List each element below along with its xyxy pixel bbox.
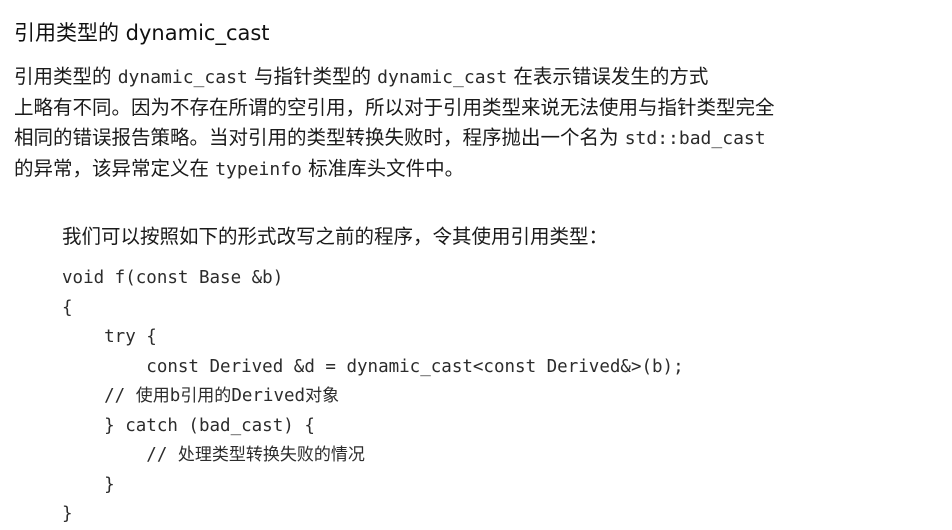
code-line: } [62, 474, 115, 495]
inline-code: dynamic_cast [117, 67, 248, 88]
paragraph-line: 上略有不同。因为不存在所谓的空引用，所以对于引用类型来说无法使用与指针类型完全 [14, 95, 775, 119]
body-paragraph-1: 引用类型的 dynamic_cast 与指针类型的 dynamic_cast 在… [14, 62, 938, 184]
comment-code: Derived [231, 386, 306, 406]
code-line: } [62, 504, 73, 524]
text-run: 在表示错误发生的方式 [507, 65, 709, 88]
text-run: 与指针类型的 [247, 65, 378, 88]
inline-code: std::bad_cast [624, 128, 766, 149]
comment-text: 对象 [305, 386, 340, 406]
paragraph-line: 引用类型的 dynamic_cast 与指针类型的 dynamic_cast 在… [14, 62, 938, 93]
code-block: void f(const Base &b) { try { const Deri… [62, 264, 684, 530]
text-run: 标准库头文件中。 [301, 156, 465, 180]
code-line: } catch (bad_cast) { [62, 415, 315, 436]
comment-text: 引用的 [180, 386, 232, 406]
code-line: const Derived &d = dynamic_cast<const De… [62, 356, 684, 377]
code-line: try { [62, 327, 157, 347]
section-heading: 引用类型的 dynamic_cast [14, 21, 270, 45]
code-line: void f(const Base &b) [62, 268, 284, 288]
inline-code: typeinfo [215, 158, 302, 180]
body-paragraph-2: 我们可以按照如下的形式改写之前的程序，令其使用引用类型： [62, 225, 609, 248]
book-page: 引用类型的 dynamic_cast 引用类型的 dynamic_cast 与指… [0, 0, 952, 526]
code-comment-line: // 使用b引用的Derived对象 [62, 382, 684, 412]
paragraph-line: 的异常，该异常定义在 typeinfo 标准库头文件中。 [14, 154, 938, 185]
text-run: 引用类型的 [14, 65, 118, 88]
comment-marker: // [62, 386, 136, 406]
comment-code: b [169, 386, 181, 406]
code-comment-line: // 处理类型转换失败的情况 [62, 441, 684, 471]
comment-marker: // [62, 445, 178, 465]
comment-text: 使用 [135, 386, 170, 406]
text-run: 相同的错误报告策略。当对引用的类型转换失败时，程序抛出一个名为 [14, 126, 625, 149]
text-run: 的异常，该异常定义在 [14, 156, 216, 180]
paragraph-line: 相同的错误报告策略。当对引用的类型转换失败时，程序抛出一个名为 std::bad… [14, 123, 938, 154]
inline-code: dynamic_cast [377, 67, 508, 88]
comment-text: 处理类型转换失败的情况 [177, 445, 365, 465]
code-line: { [62, 297, 73, 318]
